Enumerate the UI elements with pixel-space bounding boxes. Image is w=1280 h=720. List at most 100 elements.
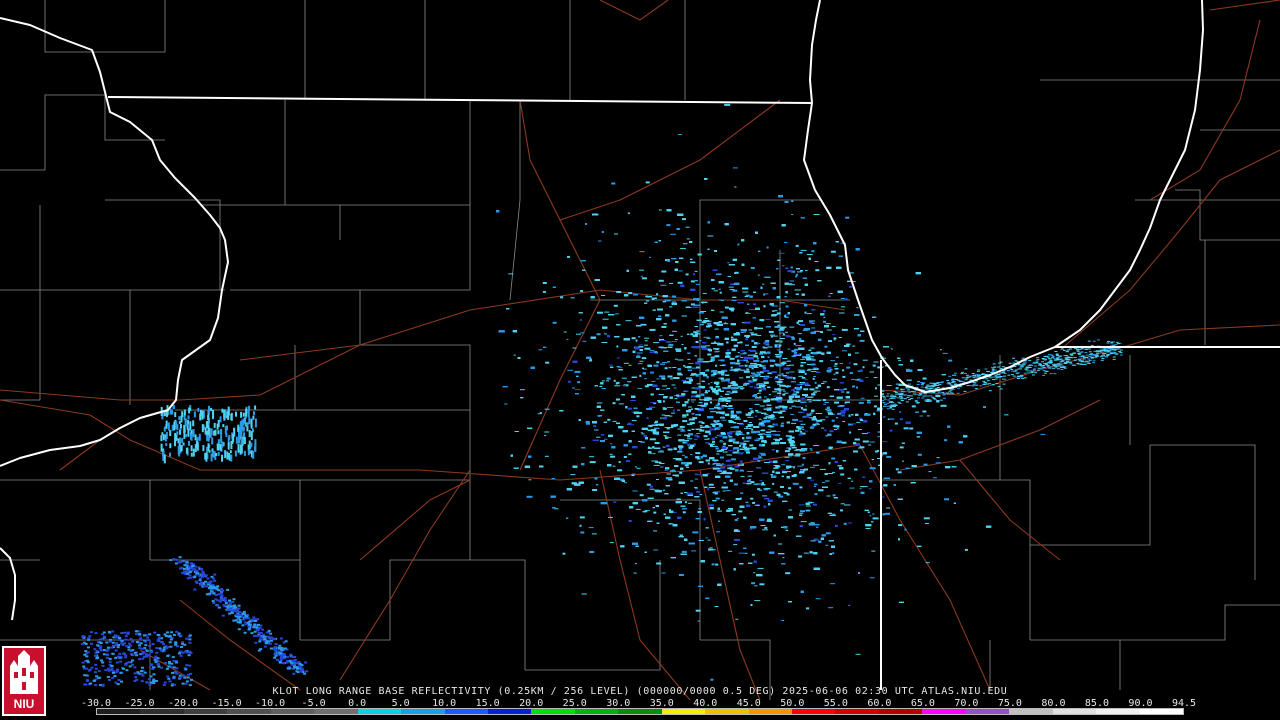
echo-pixel — [806, 607, 810, 610]
echo-pixel — [538, 349, 543, 351]
echo-pixel — [869, 577, 875, 579]
echo-pixel — [623, 456, 627, 458]
echo-pixel — [840, 509, 843, 512]
echo-pixel — [673, 395, 676, 397]
echo-pixel — [604, 311, 610, 313]
echo-pixel — [717, 359, 721, 361]
echo-pixel — [675, 348, 682, 351]
echo-pixel — [795, 244, 799, 247]
echo-pixel — [782, 557, 785, 559]
echo-pixel — [762, 495, 768, 497]
echo-pixel — [810, 363, 816, 366]
echo-pixel — [673, 511, 677, 513]
echo-pixel — [627, 407, 632, 410]
echo-pixel — [770, 335, 773, 338]
echo-pixel — [727, 434, 731, 436]
echo-pixel — [618, 403, 624, 405]
echo-pixel — [660, 284, 667, 286]
echo-pixel — [579, 524, 582, 527]
echo-pixel — [735, 362, 741, 365]
echo-pixel — [728, 550, 733, 552]
echo-pixel — [932, 477, 937, 479]
echo-pixel — [815, 386, 819, 389]
echo-pixel — [765, 318, 771, 320]
echo-pixel — [818, 489, 824, 492]
echo-pixel — [656, 562, 662, 565]
echo-pixel — [780, 486, 784, 488]
echo-pixel — [788, 487, 792, 490]
echo-pixel — [810, 347, 815, 349]
echo-pixel — [840, 503, 845, 505]
echo-pixel — [691, 550, 697, 552]
echo-pixel — [766, 435, 772, 438]
echo-pixel — [983, 406, 986, 409]
echo-pixel — [610, 443, 613, 445]
echo-pixel — [787, 270, 793, 273]
echo-pixel — [739, 377, 744, 379]
echo-pixel — [843, 522, 847, 525]
echo-pixel — [827, 411, 833, 413]
echo-pixel — [720, 359, 725, 362]
echo-pixel — [874, 450, 878, 453]
echo-pixel — [785, 267, 789, 269]
echo-pixel — [909, 427, 914, 430]
echo-pixel — [813, 391, 817, 393]
echo-pixel — [771, 433, 776, 435]
echo-pixel — [623, 362, 629, 364]
echo-pixel — [777, 383, 780, 385]
echo-pixel — [682, 218, 686, 221]
echo-pixel — [671, 384, 676, 386]
echo-pixel — [935, 462, 941, 464]
echo-pixel — [784, 314, 788, 316]
echo-pixel — [696, 383, 701, 385]
echo-pixel — [828, 340, 833, 343]
echo-pixel — [594, 477, 598, 480]
echo-pixel — [560, 296, 564, 299]
echo-pixel — [695, 283, 700, 285]
echo-pixel — [760, 525, 766, 526]
echo-pixel — [513, 354, 516, 356]
echo-pixel — [803, 388, 809, 391]
echo-pixel — [628, 292, 633, 295]
echo-pixel — [837, 412, 842, 415]
echo-pixel — [781, 335, 787, 337]
echo-pixel — [768, 330, 774, 333]
echo-pixel — [678, 574, 684, 576]
echo-pixel — [816, 423, 820, 425]
echo-pixel — [899, 418, 903, 421]
echo-pixel — [624, 482, 628, 484]
echo-pixel — [744, 321, 751, 324]
echo-pixel — [814, 493, 818, 496]
echo-pixel — [889, 429, 893, 432]
echo-pixel — [777, 349, 780, 351]
echo-pixel — [842, 375, 846, 378]
echo-pixel — [781, 422, 784, 424]
echo-pixel — [691, 367, 697, 369]
echo-pixel — [764, 353, 767, 355]
echo-pixel — [772, 434, 779, 436]
echo-pixel — [751, 346, 757, 348]
echo-pixel — [848, 604, 851, 606]
echo-pixel — [936, 457, 940, 459]
echo-pixel — [712, 440, 715, 443]
echo-pixel — [721, 499, 725, 501]
echo-pixel — [764, 526, 768, 529]
echo-pixel — [771, 371, 777, 374]
echo-pixel — [799, 504, 804, 506]
echo-pixel — [576, 333, 581, 335]
echo-pixel — [827, 295, 831, 297]
echo-pixel — [707, 353, 712, 356]
echo-pixel — [810, 540, 816, 542]
echo-pixel — [834, 362, 838, 365]
echo-pixel — [767, 346, 773, 348]
echo-pixel — [765, 344, 770, 346]
echo-pixel — [653, 403, 657, 405]
echo-pixel — [574, 370, 581, 373]
echo-pixel — [653, 549, 659, 551]
echo-pixel — [807, 476, 812, 479]
echo-pixel — [803, 552, 809, 554]
echo-pixel — [811, 358, 816, 361]
echo-pixel — [566, 338, 569, 340]
echo-pixel — [752, 501, 756, 504]
echo-pixel — [674, 398, 678, 400]
